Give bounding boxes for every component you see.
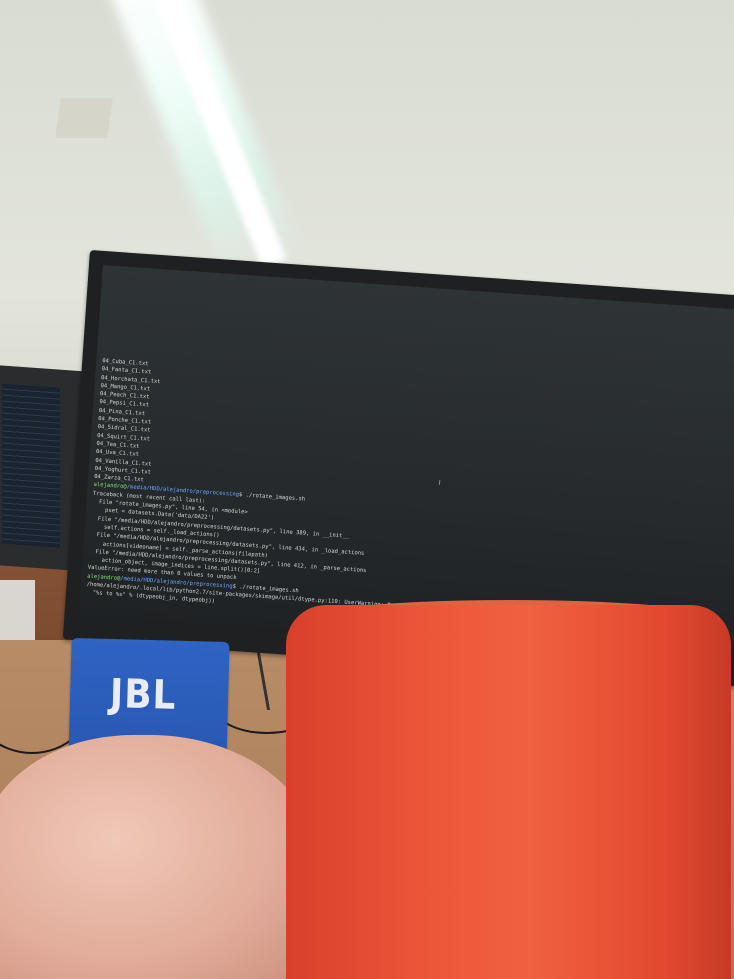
office-desk-photo: 04_Cuba_C1.txt 04_Fanta_C1.txt 04_Horchata… [0,0,734,979]
jbl-logo: JBL [109,670,177,719]
left-monitor-screen [2,383,60,548]
ceiling-vent [55,98,113,138]
red-mug [286,605,731,979]
terminal-output: 04_Cuba_C1.txt 04_Fanta_C1.txt 04_Horchata… [86,357,734,642]
terminal-screen[interactable]: 04_Cuba_C1.txt 04_Fanta_C1.txt 04_Horchata… [78,264,734,661]
